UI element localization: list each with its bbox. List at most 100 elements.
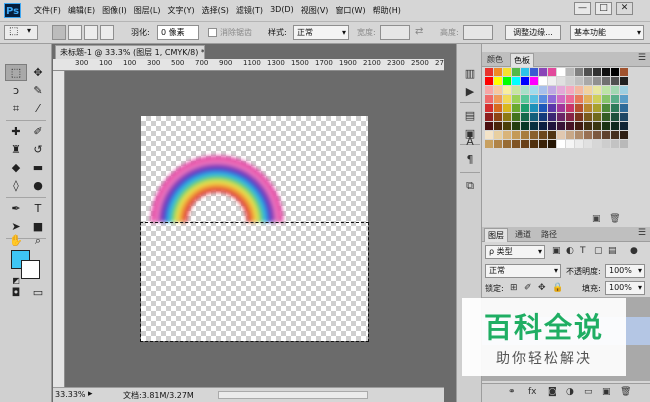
menu-type[interactable]: 文字(Y) bbox=[167, 5, 194, 16]
tool-preset-picker[interactable]: ⬚ ▾ bbox=[4, 25, 38, 40]
swatch[interactable] bbox=[503, 104, 511, 112]
document-tab[interactable]: 未标题-1 @ 33.3% (图层 1, CMYK/8) * bbox=[55, 45, 205, 59]
lock-transparent-icon[interactable]: ⊞ bbox=[510, 283, 518, 293]
menu-3d[interactable]: 3D(D) bbox=[270, 5, 294, 16]
swatch[interactable] bbox=[494, 77, 502, 85]
swatch[interactable] bbox=[611, 77, 619, 85]
swatch[interactable] bbox=[575, 77, 583, 85]
swatch[interactable] bbox=[602, 140, 610, 148]
swatch[interactable] bbox=[620, 113, 628, 121]
menu-filter[interactable]: 滤镜(T) bbox=[236, 5, 263, 16]
swatch[interactable] bbox=[620, 131, 628, 139]
swatch[interactable] bbox=[521, 104, 529, 112]
swatch[interactable] bbox=[611, 113, 619, 121]
layer-kind-filter[interactable]: ρ 类型 bbox=[485, 245, 545, 259]
swatch[interactable] bbox=[566, 86, 574, 94]
swatch[interactable] bbox=[521, 95, 529, 103]
swatch[interactable] bbox=[485, 77, 493, 85]
swatch[interactable] bbox=[602, 95, 610, 103]
panel-menu-icon[interactable]: ☰ bbox=[638, 53, 646, 63]
swatch[interactable] bbox=[512, 122, 520, 130]
quick-mask-icon[interactable]: ◘ bbox=[5, 284, 27, 301]
width-input[interactable] bbox=[380, 25, 410, 40]
history-icon[interactable]: ▤ bbox=[461, 108, 479, 123]
swatch[interactable] bbox=[575, 140, 583, 148]
swatch[interactable] bbox=[557, 131, 565, 139]
menu-view[interactable]: 视图(V) bbox=[301, 5, 329, 16]
swatch[interactable] bbox=[512, 68, 520, 76]
swatch[interactable] bbox=[611, 68, 619, 76]
swatch[interactable] bbox=[539, 104, 547, 112]
swatch[interactable] bbox=[566, 104, 574, 112]
eyedropper-tool-icon[interactable]: ⁄ bbox=[27, 100, 49, 117]
swatch[interactable] bbox=[530, 113, 538, 121]
swatch[interactable] bbox=[593, 104, 601, 112]
swatch[interactable] bbox=[575, 86, 583, 94]
swatch[interactable] bbox=[494, 131, 502, 139]
rect-marquee-tool-icon[interactable]: ⬚ bbox=[5, 64, 27, 81]
link-layers-icon[interactable]: ⚭ bbox=[508, 387, 516, 397]
swatch[interactable] bbox=[602, 77, 610, 85]
swatch[interactable] bbox=[611, 95, 619, 103]
refine-edge-button[interactable]: 调整边缘... bbox=[505, 25, 561, 40]
swatch[interactable] bbox=[584, 68, 592, 76]
swatch[interactable] bbox=[494, 104, 502, 112]
healing-brush-tool-icon[interactable]: ✚ bbox=[5, 123, 27, 140]
horizontal-scrollbar[interactable] bbox=[218, 391, 368, 399]
swatch[interactable] bbox=[494, 122, 502, 130]
swatch[interactable] bbox=[539, 140, 547, 148]
brush-tool-icon[interactable]: ✐ bbox=[27, 123, 49, 140]
swatch[interactable] bbox=[602, 131, 610, 139]
swatch[interactable] bbox=[611, 104, 619, 112]
subtract-selection-icon[interactable] bbox=[84, 25, 98, 40]
swatch[interactable] bbox=[557, 122, 565, 130]
antialias-checkbox[interactable] bbox=[208, 28, 217, 37]
swatch[interactable] bbox=[566, 122, 574, 130]
swatch[interactable] bbox=[620, 95, 628, 103]
history-brush-tool-icon[interactable]: ↺ bbox=[27, 141, 49, 158]
swatch[interactable] bbox=[485, 68, 493, 76]
quick-select-tool-icon[interactable]: ✎ bbox=[27, 82, 49, 99]
swatch[interactable] bbox=[521, 77, 529, 85]
swatch[interactable] bbox=[530, 77, 538, 85]
swatch[interactable] bbox=[593, 122, 601, 130]
swatch[interactable] bbox=[521, 122, 529, 130]
swatch[interactable] bbox=[521, 86, 529, 94]
swatch[interactable] bbox=[548, 68, 556, 76]
menu-select[interactable]: 选择(S) bbox=[202, 5, 229, 16]
swatch[interactable] bbox=[530, 140, 538, 148]
swatch[interactable] bbox=[593, 68, 601, 76]
add-mask-icon[interactable]: ◙ bbox=[548, 387, 557, 397]
swatch[interactable] bbox=[557, 68, 565, 76]
swatch[interactable] bbox=[602, 68, 610, 76]
intersect-selection-icon[interactable] bbox=[100, 25, 114, 40]
menu-layer[interactable]: 图层(L) bbox=[134, 5, 161, 16]
swatch[interactable] bbox=[485, 122, 493, 130]
swatch[interactable] bbox=[503, 131, 511, 139]
opacity-input[interactable]: 100% bbox=[605, 264, 645, 278]
filter-adjust-icon[interactable]: ◐ bbox=[566, 246, 574, 256]
crop-tool-icon[interactable]: ⌗ bbox=[5, 100, 27, 117]
screen-mode-icon[interactable]: ▭ bbox=[27, 284, 49, 301]
swatch[interactable] bbox=[593, 95, 601, 103]
swatch[interactable] bbox=[566, 131, 574, 139]
swatch[interactable] bbox=[575, 68, 583, 76]
swatch[interactable] bbox=[539, 122, 547, 130]
swatch[interactable] bbox=[512, 95, 520, 103]
swatch[interactable] bbox=[584, 77, 592, 85]
swatch[interactable] bbox=[548, 104, 556, 112]
swatch[interactable] bbox=[539, 131, 547, 139]
swatch[interactable] bbox=[494, 140, 502, 148]
swatch[interactable] bbox=[548, 113, 556, 121]
menu-window[interactable]: 窗口(W) bbox=[335, 5, 365, 16]
swatch[interactable] bbox=[602, 104, 610, 112]
clone-stamp-tool-icon[interactable]: ♜ bbox=[5, 141, 27, 158]
swatch[interactable] bbox=[557, 86, 565, 94]
swatch[interactable] bbox=[593, 113, 601, 121]
workspace-select[interactable]: 基本功能 bbox=[570, 25, 644, 40]
zoom-tool-icon[interactable]: ⌕ bbox=[27, 232, 49, 249]
swatch[interactable] bbox=[584, 86, 592, 94]
swatch[interactable] bbox=[593, 131, 601, 139]
lock-all-icon[interactable]: 🔒 bbox=[552, 283, 563, 293]
swatch[interactable] bbox=[611, 122, 619, 130]
